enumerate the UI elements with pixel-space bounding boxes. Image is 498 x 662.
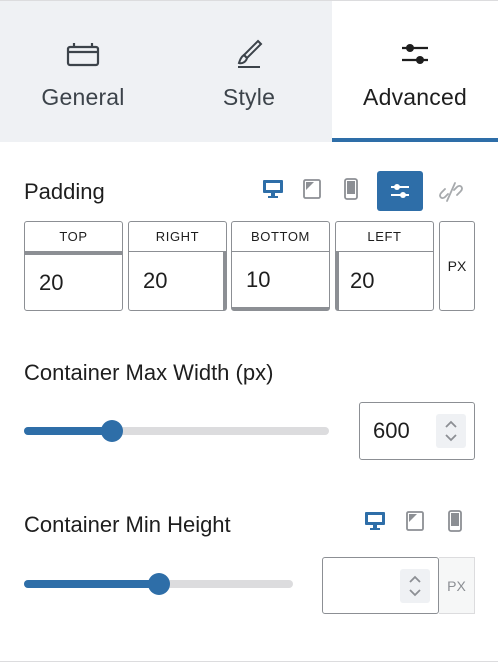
padding-left-label: LEFT: [336, 222, 433, 252]
tab-style[interactable]: Style: [166, 0, 332, 142]
max-width-slider-fill: [24, 427, 113, 435]
mobile-icon[interactable]: [339, 177, 363, 201]
min-height-slider[interactable]: [24, 573, 293, 595]
sliders-icon: [391, 184, 409, 198]
max-width-slider-thumb[interactable]: [101, 420, 124, 442]
mobile-icon[interactable]: [443, 509, 467, 533]
max-width-slider[interactable]: [24, 420, 329, 442]
min-height-slider-thumb[interactable]: [147, 573, 170, 595]
padding-left-input[interactable]: 20: [336, 252, 433, 310]
desktop-icon[interactable]: [363, 509, 387, 533]
min-height-unit: PX: [439, 557, 475, 614]
min-height-slider-fill: [24, 580, 159, 588]
tab-bar: General Style Advanced: [0, 0, 498, 142]
padding-bottom-field[interactable]: BOTTOM 10: [231, 221, 330, 311]
padding-top-field[interactable]: TOP 20: [24, 221, 123, 311]
chevron-up-down-icon: [445, 420, 457, 442]
max-width-spinner[interactable]: [436, 414, 466, 448]
min-height-input[interactable]: [322, 557, 439, 614]
tablet-icon[interactable]: [300, 177, 324, 201]
padding-bottom-label: BOTTOM: [232, 222, 329, 252]
max-width-label: Container Max Width (px): [24, 360, 274, 385]
tab-advanced[interactable]: Advanced: [332, 0, 498, 142]
unlink-icon[interactable]: [438, 179, 464, 205]
padding-unit-button[interactable]: PX: [439, 221, 475, 311]
toolbox-icon: [66, 38, 100, 70]
min-height-spinner[interactable]: [400, 568, 430, 603]
padding-right-label: RIGHT: [129, 222, 226, 252]
desktop-icon[interactable]: [261, 177, 285, 201]
padding-right-field[interactable]: RIGHT 20: [128, 221, 227, 311]
tab-style-label: Style: [222, 84, 276, 110]
brush-icon: [234, 38, 264, 70]
padding-label: Padding: [24, 179, 105, 204]
max-width-input[interactable]: 600: [359, 402, 475, 460]
padding-bottom-input[interactable]: 10: [232, 252, 329, 310]
padding-device-switcher: [261, 177, 363, 201]
top-border: [0, 0, 498, 1]
padding-top-input[interactable]: 20: [25, 252, 122, 310]
tablet-icon[interactable]: [403, 509, 427, 533]
sliders-icon: [398, 38, 432, 70]
padding-left-field[interactable]: LEFT 20: [335, 221, 434, 311]
tab-advanced-label: Advanced: [363, 84, 467, 110]
tab-general[interactable]: General: [0, 0, 166, 142]
chevron-up-down-icon: [409, 575, 421, 596]
min-height-label: Container Min Height: [24, 512, 231, 537]
tab-general-label: General: [41, 84, 125, 110]
padding-top-label: TOP: [25, 222, 122, 252]
min-height-device-switcher: [363, 509, 467, 533]
max-width-value: 600: [373, 418, 410, 443]
link-values-button[interactable]: [377, 171, 423, 211]
padding-right-input[interactable]: 20: [129, 252, 226, 310]
